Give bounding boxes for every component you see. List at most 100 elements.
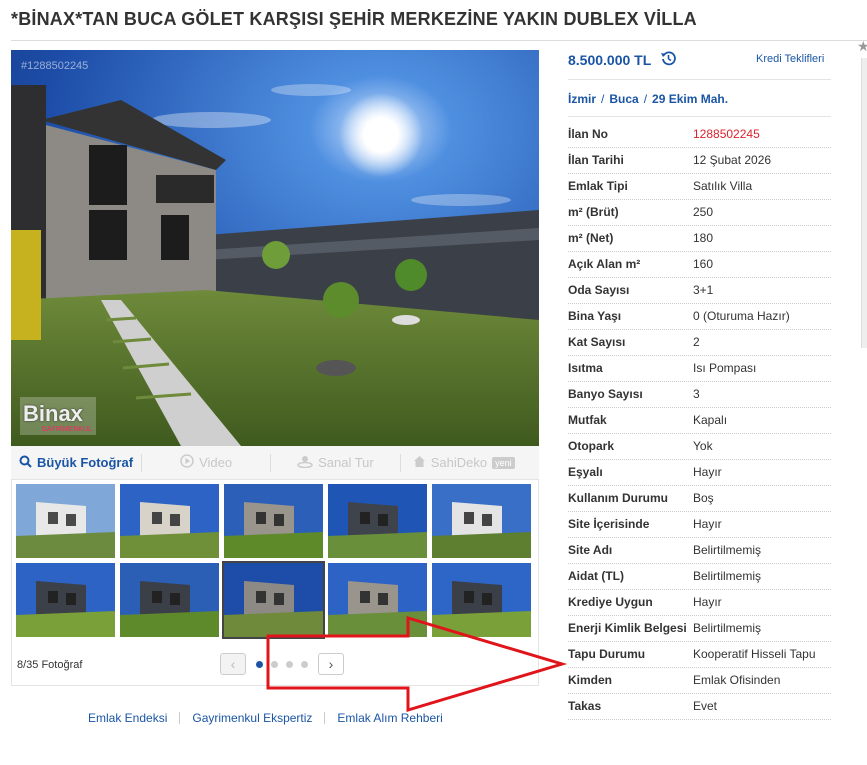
gallery-dot[interactable] [256, 661, 263, 668]
location-breadcrumb: İzmir / Buca / 29 Ekim Mah. [568, 92, 728, 106]
price: 8.500.000 TL [568, 51, 677, 69]
detail-row: m² (Brüt) 250 [568, 200, 831, 226]
detail-value: Hayır [693, 517, 722, 531]
gallery-dot[interactable] [286, 661, 293, 668]
detail-row: Bina Yaşı 0 (Oturuma Hazır) [568, 304, 831, 330]
new-badge: yeni [492, 456, 515, 469]
gallery-thumbnail[interactable] [120, 484, 219, 558]
detail-row: Isıtma Isı Pompası [568, 356, 831, 382]
side-scroll-strip[interactable] [861, 58, 867, 348]
gallery-dot[interactable] [301, 661, 308, 668]
detail-value: Kooperatif Hisseli Tapu [693, 647, 816, 661]
favorite-star-icon[interactable]: ★ [857, 38, 867, 55]
gallery-thumbnail[interactable] [16, 563, 115, 637]
detail-value: 0 (Oturuma Hazır) [693, 309, 790, 323]
detail-row: Emlak Tipi Satılık Villa [568, 174, 831, 200]
detail-value: Belirtilmemiş [693, 543, 762, 557]
detail-key: İlan No [568, 127, 609, 141]
location-separator: / [601, 92, 605, 106]
link-emlak-endeksi[interactable]: Emlak Endeksi [88, 711, 167, 725]
credit-offers-link[interactable]: Kredi Teklifleri [756, 53, 824, 65]
gallery-thumbnail[interactable] [222, 561, 325, 639]
link-emlak-alim-rehberi[interactable]: Emlak Alım Rehberi [337, 711, 442, 725]
detail-key: m² (Brüt) [568, 205, 619, 219]
gallery-thumbnail[interactable] [328, 484, 427, 558]
video-label: Video [199, 455, 233, 470]
link-gayrimenkul-ekspertiz[interactable]: Gayrimenkul Ekspertiz [192, 711, 312, 725]
detail-value: Yok [693, 439, 713, 453]
gallery-thumbnail[interactable] [16, 484, 115, 558]
sahideko-button[interactable]: SahiDeko yeni [405, 446, 523, 480]
detail-key: Eşyalı [568, 465, 603, 479]
big-photo-button[interactable]: Büyük Fotoğraf [11, 446, 141, 480]
detail-value: 3 [693, 387, 700, 401]
detail-row: Kat Sayısı 2 [568, 330, 831, 356]
photo-toolbar: Büyük Fotoğraf Video Sanal Tur SahiDeko … [11, 446, 539, 480]
detail-key: Emlak Tipi [568, 179, 628, 193]
detail-value: 3+1 [693, 283, 714, 297]
location-divider [568, 116, 831, 117]
detail-value: 1288502245 [693, 127, 760, 141]
detail-value: Boş [693, 491, 714, 505]
history-icon[interactable] [661, 51, 677, 69]
detail-row: Banyo Sayısı 3 [568, 382, 831, 408]
gallery-thumbnail[interactable] [432, 563, 531, 637]
detail-value: Emlak Ofisinden [693, 673, 781, 687]
detail-value: Hayır [693, 595, 722, 609]
location-city[interactable]: İzmir [568, 92, 596, 106]
price-amount: 8.500.000 TL [568, 52, 652, 68]
detail-value: Satılık Villa [693, 179, 753, 193]
listing-details-table: İlan No 1288502245 İlan Tarihi 12 Şubat 202… [568, 122, 831, 720]
logo-text: Binax [23, 401, 83, 426]
sahideko-label: SahiDeko [430, 455, 488, 470]
detail-key: Enerji Kimlik Belgesi [568, 621, 687, 635]
detail-key: Tapu Durumu [568, 647, 646, 661]
listing-title: *BİNAX*TAN BUCA GÖLET KARŞISI ŞEHİR MERK… [11, 9, 697, 29]
detail-row: Oda Sayısı 3+1 [568, 278, 831, 304]
detail-row: Kullanım Durumu Boş [568, 486, 831, 512]
detail-value: 2 [693, 335, 700, 349]
detail-value: Hayır [693, 465, 722, 479]
photo-watermark-id: #1288502245 [21, 60, 89, 72]
detail-row: Eşyalı Hayır [568, 460, 831, 486]
location-district[interactable]: Buca [609, 92, 638, 106]
gallery-thumbnail[interactable] [328, 563, 427, 637]
location-neighborhood[interactable]: 29 Ekim Mah. [652, 92, 728, 106]
gallery-thumbnail[interactable] [224, 484, 323, 558]
detail-value: 12 Şubat 2026 [693, 153, 772, 167]
detail-value: 180 [693, 231, 714, 245]
virtual-tour-button[interactable]: Sanal Tur [289, 446, 382, 480]
toolbar-divider [399, 453, 401, 472]
detail-key: Otopark [568, 439, 615, 453]
gallery-next-button[interactable]: › [318, 653, 344, 675]
gallery-prev-button[interactable]: ‹ [220, 653, 246, 675]
detail-row: Takas Evet [568, 694, 831, 720]
detail-row: Aidat (TL) Belirtilmemiş [568, 564, 831, 590]
detail-row: Enerji Kimlik Belgesi Belirtilmemiş [568, 616, 831, 642]
detail-key: Kimden [568, 673, 613, 687]
detail-value: Belirtilmemiş [693, 569, 762, 583]
detail-row: Tapu Durumu Kooperatif Hisseli Tapu [568, 642, 831, 668]
detail-row: Krediye Uygun Hayır [568, 590, 831, 616]
gallery-thumbnail[interactable] [120, 563, 219, 637]
detail-key: m² (Net) [568, 231, 614, 245]
virtual-tour-label: Sanal Tur [318, 455, 374, 470]
gallery-thumbnail[interactable] [432, 484, 531, 558]
detail-value: 160 [693, 257, 714, 271]
main-photo[interactable] [11, 50, 539, 446]
search-icon [19, 455, 32, 471]
play-icon [180, 454, 194, 471]
virtual-tour-icon [297, 454, 313, 471]
video-button[interactable]: Video [172, 446, 240, 480]
detail-row: İlan Tarihi 12 Şubat 2026 [568, 148, 831, 174]
detail-key: Banyo Sayısı [568, 387, 643, 401]
detail-row: Mutfak Kapalı [568, 408, 831, 434]
detail-key: Mutfak [568, 413, 607, 427]
detail-value: Isı Pompası [693, 361, 757, 375]
logo-subtext: GAYRİMENKUL [41, 426, 92, 433]
detail-key: Kat Sayısı [568, 335, 626, 349]
title-divider [11, 40, 867, 41]
detail-row: Açık Alan m² 160 [568, 252, 831, 278]
detail-row: Site Adı Belirtilmemiş [568, 538, 831, 564]
gallery-dot[interactable] [271, 661, 278, 668]
